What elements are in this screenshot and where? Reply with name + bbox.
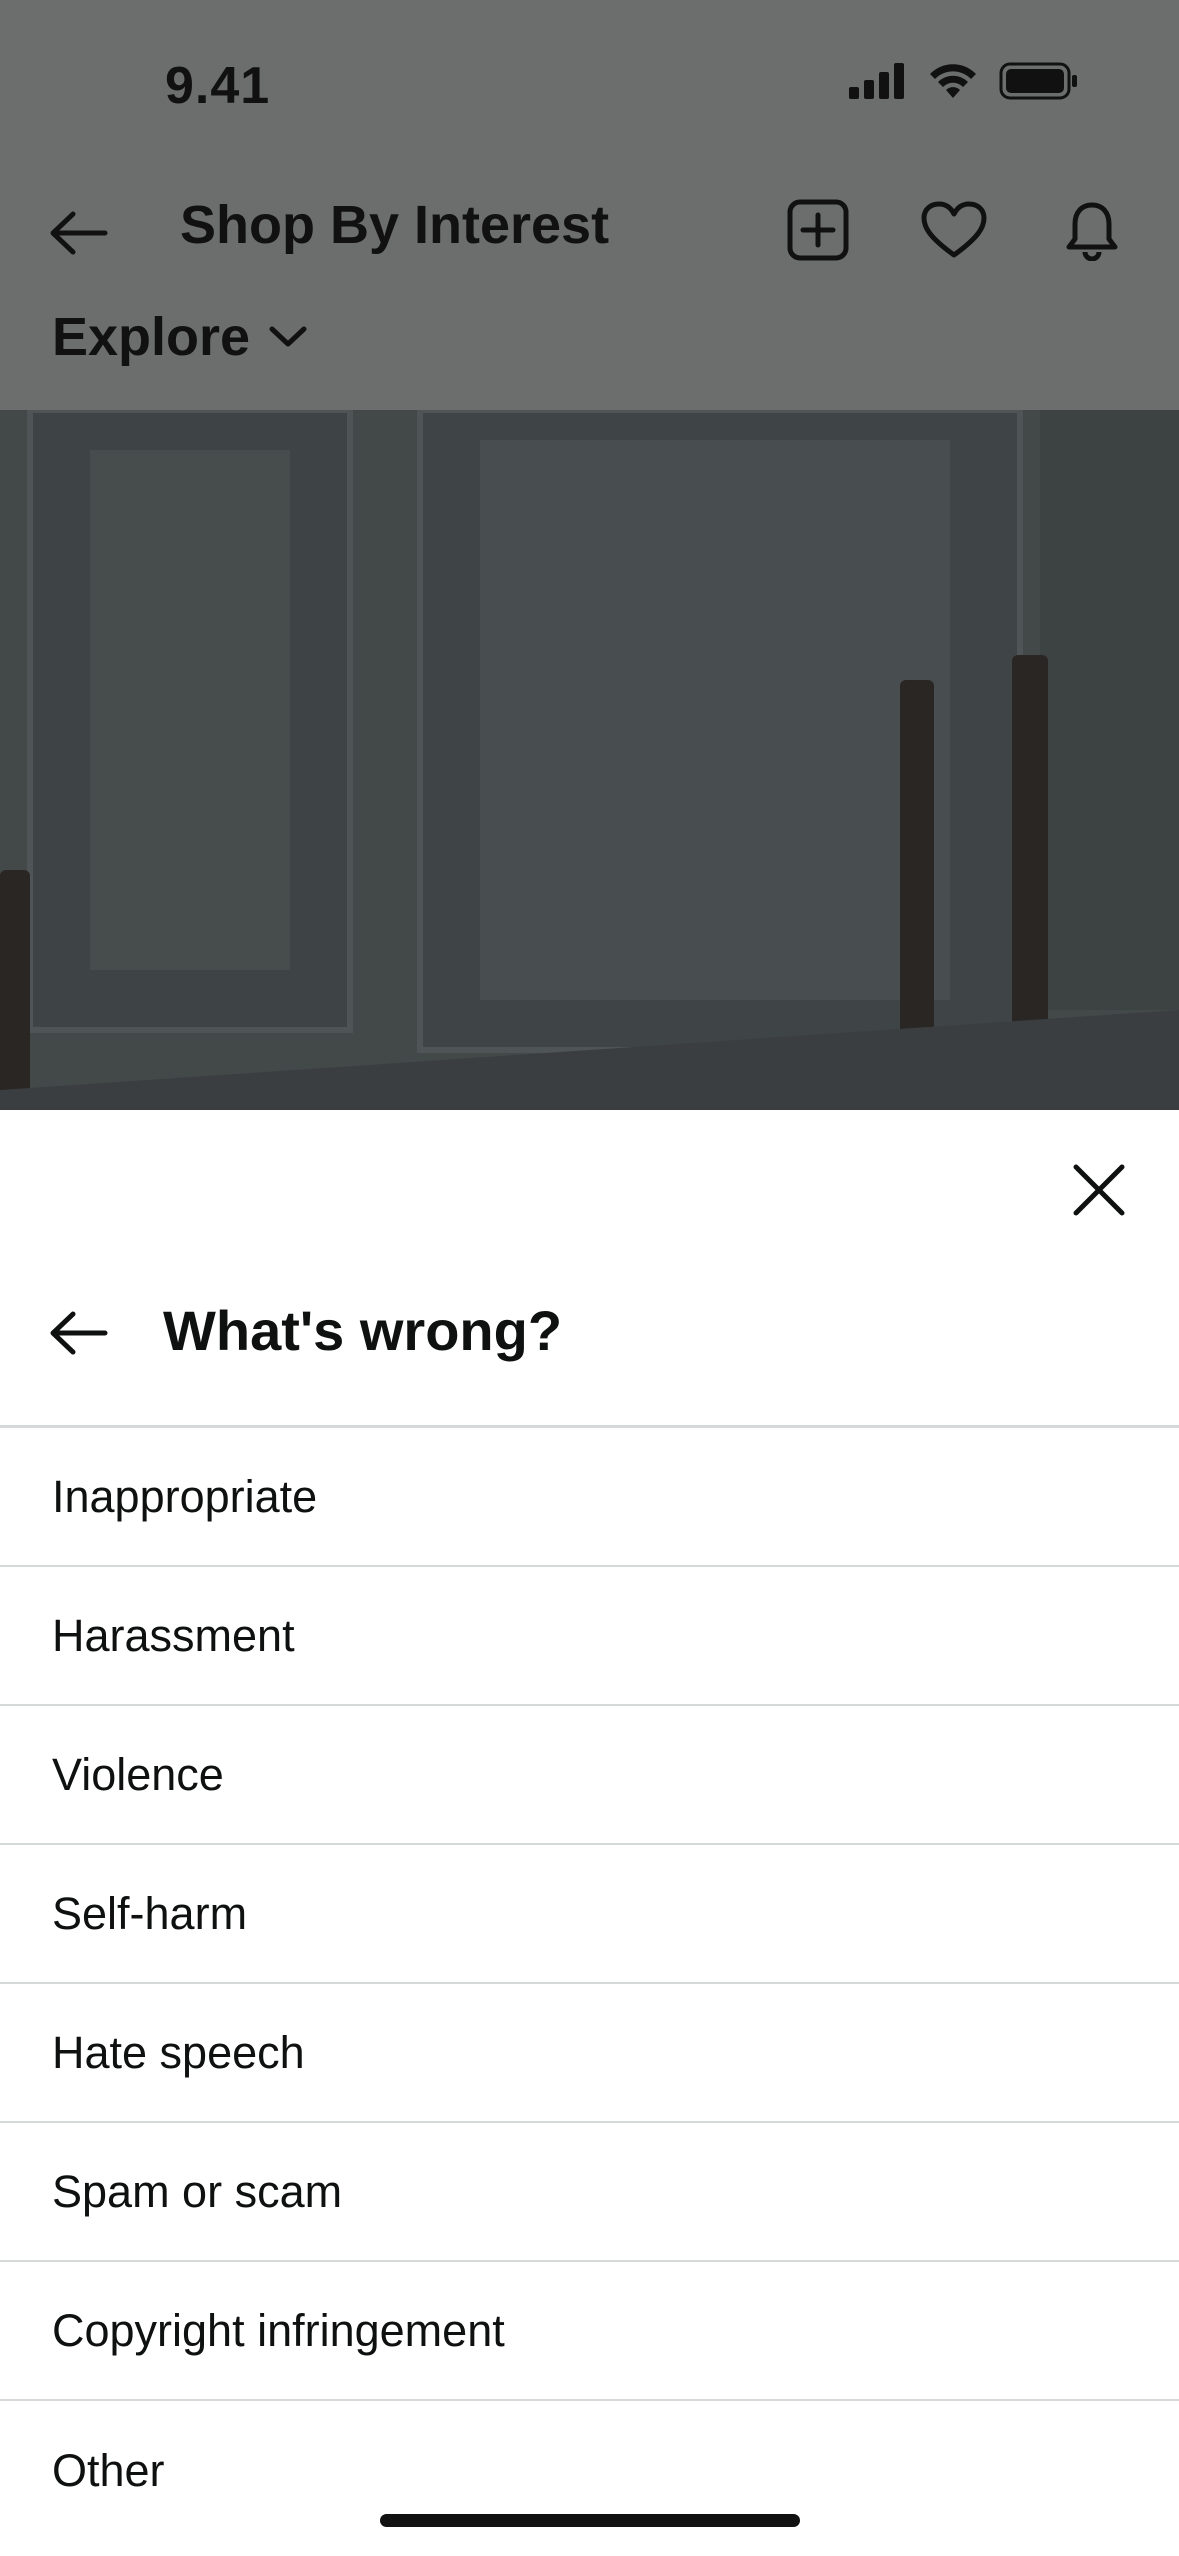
reason-harassment[interactable]: Harassment xyxy=(0,1567,1179,1706)
back-arrow-icon[interactable] xyxy=(46,200,112,266)
reason-hate-speech[interactable]: Hate speech xyxy=(0,1984,1179,2123)
status-time: 9.41 xyxy=(165,57,271,115)
page-title: Shop By Interest xyxy=(180,195,610,255)
home-indicator[interactable] xyxy=(380,2514,800,2527)
sheet-header: What's wrong? xyxy=(0,1260,1179,1426)
add-square-icon[interactable] xyxy=(780,192,856,268)
reason-inappropriate[interactable]: Inappropriate xyxy=(0,1428,1179,1567)
battery-icon xyxy=(999,62,1077,100)
wifi-icon xyxy=(930,64,976,98)
reason-copyright-infringement[interactable]: Copyright infringement xyxy=(0,2262,1179,2401)
bell-icon[interactable] xyxy=(1054,192,1130,268)
reason-violence[interactable]: Violence xyxy=(0,1706,1179,1845)
close-icon[interactable] xyxy=(1059,1150,1139,1230)
explore-label: Explore xyxy=(52,307,251,367)
signal-icon xyxy=(849,63,904,99)
sheet-title: What's wrong? xyxy=(163,1299,563,1362)
background-photo xyxy=(0,410,1179,1110)
explore-dropdown[interactable]: Explore xyxy=(52,306,308,368)
back-arrow-icon[interactable] xyxy=(46,1300,112,1366)
reason-self-harm[interactable]: Self-harm xyxy=(0,1845,1179,1984)
report-sheet: What's wrong? Inappropriate Harassment V… xyxy=(0,1110,1179,2556)
status-bar: 9.41 xyxy=(0,0,1179,170)
chevron-down-icon xyxy=(269,326,307,347)
app-header: Shop By Interest Explore xyxy=(0,170,1179,410)
reason-list: Inappropriate Harassment Violence Self-h… xyxy=(0,1428,1179,2540)
reason-spam-or-scam[interactable]: Spam or scam xyxy=(0,2123,1179,2262)
heart-icon[interactable] xyxy=(916,192,992,268)
status-icons xyxy=(849,62,1079,100)
